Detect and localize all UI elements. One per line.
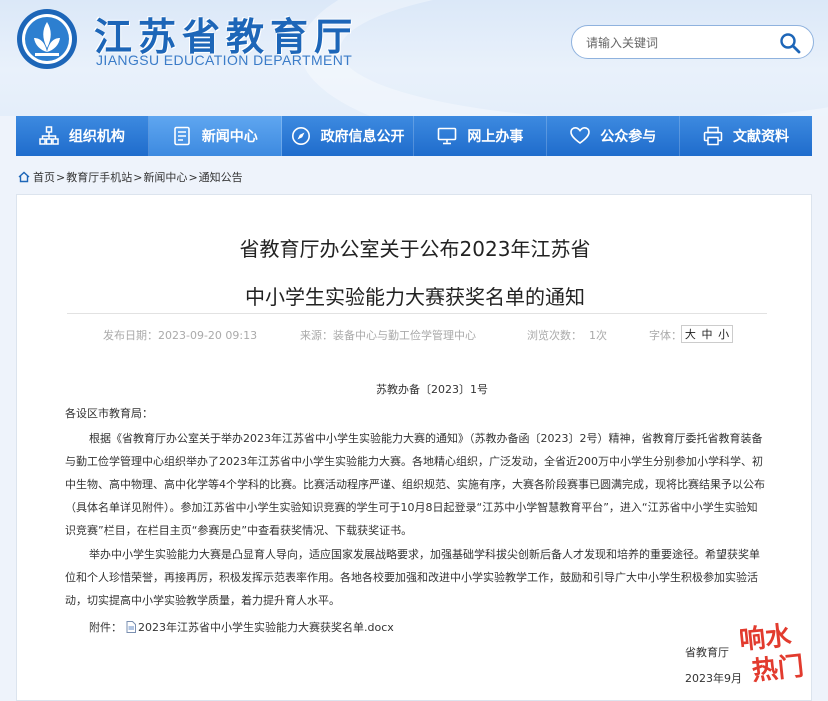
attachment-row: 附件： 2023年江苏省中小学生实验能力大赛获奖名单.docx xyxy=(89,619,394,635)
salutation: 各设区市教育局： xyxy=(65,407,153,420)
nav-item-gov-info[interactable]: 政府信息公开 xyxy=(282,116,415,156)
nav-label: 网上办事 xyxy=(467,129,524,145)
breadcrumb-news-center[interactable]: 新闻中心 xyxy=(143,169,187,185)
main-nav: 组织机构 新闻中心 政府信息公开 网上办事 公众参与 文献资料 xyxy=(16,116,812,156)
font-size-large[interactable]: 大 xyxy=(685,326,696,342)
font-size-medium[interactable]: 中 xyxy=(701,326,712,342)
monitor-icon xyxy=(438,127,457,145)
font-size-switcher: 大 中 小 xyxy=(681,325,733,343)
nav-label: 新闻中心 xyxy=(201,129,258,145)
font-size-small[interactable]: 小 xyxy=(718,326,729,342)
nav-label: 文献资料 xyxy=(733,129,790,145)
signature-date: 2023年9月 xyxy=(685,672,742,685)
nav-item-online-service[interactable]: 网上办事 xyxy=(414,116,548,156)
compass-icon xyxy=(291,127,310,145)
article-panel: 省教育厅办公室关于公布2023年江苏省 中小学生实验能力大赛获奖名单的通知 发布… xyxy=(16,194,812,701)
search-icon[interactable] xyxy=(779,32,801,54)
attachment-label: 附件： xyxy=(89,621,122,634)
nav-label: 政府信息公开 xyxy=(320,129,405,145)
nav-item-news[interactable]: 新闻中心 xyxy=(148,116,282,156)
article-title-line2: 中小学生实验能力大赛获奖名单的通知 xyxy=(245,285,585,309)
doc-file-icon xyxy=(126,621,136,633)
body-paragraph: 举办中小学生实验能力大赛是凸显育人导向，适应国家发展战略要求，加强基础学科拔尖创… xyxy=(65,548,760,607)
divider xyxy=(67,313,767,314)
heart-icon xyxy=(570,126,591,144)
printer-icon xyxy=(703,126,723,146)
search-box xyxy=(571,25,814,59)
nav-item-documents[interactable]: 文献资料 xyxy=(680,116,812,156)
logo-icon[interactable] xyxy=(16,8,78,70)
font-size-label: 字体： xyxy=(649,329,682,342)
breadcrumb-mobile-site[interactable]: 教育厅手机站 xyxy=(66,169,132,185)
signature-org: 省教育厅 xyxy=(685,646,729,659)
nav-item-public-participation[interactable]: 公众参与 xyxy=(547,116,681,156)
nav-item-organization[interactable]: 组织机构 xyxy=(16,116,149,156)
site-header: 江苏省教育厅 JIANGSU EDUCATION DEPARTMENT xyxy=(0,0,828,116)
document-number: 苏教办备〔2023〕1号 xyxy=(376,383,488,396)
breadcrumb-separator: > xyxy=(188,170,198,184)
breadcrumb-separator: > xyxy=(56,170,66,184)
home-icon xyxy=(18,171,30,183)
breadcrumb-separator: > xyxy=(133,170,143,184)
svg-text:响水: 响水 xyxy=(740,620,794,656)
publish-date: 发布日期：2023-09-20 09:13 xyxy=(103,329,258,342)
article-source: 来源：装备中心与勤工俭学管理中心 xyxy=(300,329,476,342)
attachment-link[interactable]: 2023年江苏省中小学生实验能力大赛获奖名单.docx xyxy=(138,619,394,635)
breadcrumb-notices[interactable]: 通知公告 xyxy=(199,169,243,185)
breadcrumb-home[interactable]: 首页 xyxy=(33,169,55,185)
watermark-logo: 响水 热门 xyxy=(740,619,806,685)
breadcrumb: 首页 > 教育厅手机站 > 新闻中心 > 通知公告 xyxy=(18,169,243,185)
site-subtitle: JIANGSU EDUCATION DEPARTMENT xyxy=(96,52,353,68)
nav-label: 组织机构 xyxy=(68,129,125,145)
org-chart-icon xyxy=(39,126,59,145)
svg-text:热门: 热门 xyxy=(750,652,805,685)
body-paragraph: 根据《省教育厅办公室关于举办2023年江苏省中小学生实验能力大赛的通知》（苏教办… xyxy=(65,432,765,537)
news-doc-icon xyxy=(173,126,190,146)
search-input[interactable] xyxy=(586,33,776,53)
nav-label: 公众参与 xyxy=(600,129,657,145)
article-title-line1: 省教育厅办公室关于公布2023年江苏省 xyxy=(239,237,591,261)
view-count: 浏览次数： 1次 xyxy=(527,329,607,342)
